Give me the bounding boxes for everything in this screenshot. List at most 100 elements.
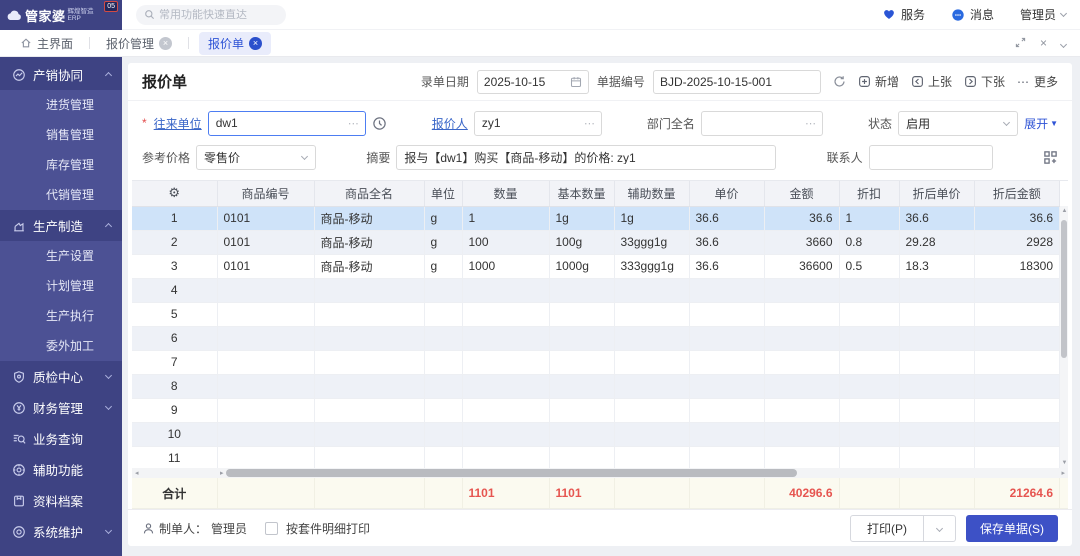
record-date-field[interactable] <box>477 70 589 94</box>
sidebar-group-fuzhu[interactable]: 辅助功能 <box>0 454 122 485</box>
sidebar-group-yewu[interactable]: 业务查询 <box>0 423 122 454</box>
cell[interactable]: 100 <box>462 230 549 254</box>
sidebar-item-jihua[interactable]: 计划管理 <box>0 271 122 301</box>
prev-record-button[interactable]: 上张 <box>911 73 952 90</box>
cell[interactable]: g <box>424 230 462 254</box>
table-row[interactable]: 11 <box>132 446 1060 468</box>
contact-field[interactable] <box>869 145 993 170</box>
new-button[interactable]: 新增 <box>858 73 899 90</box>
status-select[interactable] <box>898 111 1018 136</box>
cell[interactable]: 36.6 <box>974 206 1060 230</box>
scroll-down-arrow[interactable]: ▼ <box>1062 460 1068 466</box>
service-menu[interactable]: 服务 <box>882 6 925 23</box>
dept-field[interactable]: ⋯ <box>701 111 823 136</box>
cell[interactable]: 36.6 <box>689 230 764 254</box>
scroll-thumb[interactable] <box>1061 220 1067 358</box>
cell[interactable]: 36.6 <box>899 206 974 230</box>
quoter-label[interactable]: 报价人 <box>432 115 468 132</box>
close-icon[interactable]: × <box>249 37 262 50</box>
cell[interactable]: 0101 <box>217 254 314 278</box>
quoter-input[interactable] <box>475 116 601 130</box>
scroll-left-arrow[interactable]: ◂ <box>135 470 139 477</box>
table-row[interactable]: 4 <box>132 278 1060 302</box>
record-date-input[interactable] <box>484 75 566 89</box>
more-button[interactable]: ⋯ 更多 <box>1017 73 1058 90</box>
cell[interactable]: 商品-移动 <box>314 206 424 230</box>
table-row[interactable]: 9 <box>132 398 1060 422</box>
scroll-up-arrow[interactable]: ▲ <box>1062 208 1068 214</box>
cell[interactable]: 商品-移动 <box>314 230 424 254</box>
scroll-right-arrow[interactable]: ▸ <box>1061 470 1065 477</box>
horizontal-scrollbar[interactable]: ◂ ▸ ▸ <box>132 468 1068 478</box>
sidebar-item-xiaoshou[interactable]: 销售管理 <box>0 120 122 150</box>
col-header[interactable]: 数量 <box>462 181 549 206</box>
col-header[interactable]: 商品全名 <box>314 181 424 206</box>
cell[interactable]: 1000 <box>462 254 549 278</box>
vertical-scrollbar[interactable]: ▲ ▼ <box>1060 206 1068 468</box>
row-number[interactable]: 1 <box>132 206 217 230</box>
sidebar-item-weiwai[interactable]: 委外加工 <box>0 331 122 361</box>
cell[interactable]: 0101 <box>217 206 314 230</box>
col-header[interactable]: 折后单价 <box>899 181 974 206</box>
tab-home[interactable]: 主界面 <box>14 33 79 54</box>
cell[interactable]: 36.6 <box>689 206 764 230</box>
table-row[interactable]: 2 0101 商品-移动 g 100 100g 33ggg1g 36.6 366… <box>132 230 1060 254</box>
print-detail-checkbox[interactable] <box>265 522 278 535</box>
table-row[interactable]: 8 <box>132 374 1060 398</box>
quoter-field[interactable]: ⋯ <box>474 111 602 136</box>
expand-link[interactable]: 展开▼ <box>1024 115 1058 132</box>
cell[interactable]: 1 <box>839 206 899 230</box>
calendar-icon[interactable] <box>570 76 582 88</box>
sidebar-group-xitong[interactable]: 系统维护 <box>0 516 122 547</box>
cell[interactable]: 1 <box>462 206 549 230</box>
partner-field[interactable]: ⋯ <box>208 111 366 136</box>
table-row[interactable]: 10 <box>132 422 1060 446</box>
partner-input[interactable] <box>209 116 365 130</box>
cell[interactable]: 29.28 <box>899 230 974 254</box>
col-header[interactable]: 商品编号 <box>217 181 314 206</box>
doc-no-field[interactable] <box>653 70 821 94</box>
col-header[interactable]: 辅助数量 <box>614 181 689 206</box>
cell[interactable]: 36600 <box>764 254 839 278</box>
col-header[interactable]: 单位 <box>424 181 462 206</box>
print-dropdown-button[interactable] <box>924 515 956 542</box>
ref-price-select[interactable] <box>196 145 316 170</box>
sidebar-item-shengchan-shezhi[interactable]: 生产设置 <box>0 241 122 271</box>
sidebar-group-caiwu[interactable]: 财务管理 <box>0 392 122 423</box>
sidebar-item-jinhuo[interactable]: 进货管理 <box>0 90 122 120</box>
tab-quote-form[interactable]: 报价单 × <box>199 32 271 55</box>
summary-input[interactable] <box>397 150 775 164</box>
cell[interactable]: g <box>424 206 462 230</box>
table-row[interactable]: 6 <box>132 326 1060 350</box>
cell[interactable]: 18300 <box>974 254 1060 278</box>
refresh-icon[interactable] <box>833 75 846 88</box>
fullscreen-icon[interactable] <box>1015 37 1026 50</box>
col-header[interactable]: 折后金额 <box>974 181 1060 206</box>
partner-label[interactable]: 往来单位 <box>154 115 202 132</box>
summary-field[interactable] <box>396 145 776 170</box>
table-row[interactable]: 7 <box>132 350 1060 374</box>
cell[interactable]: 0.8 <box>839 230 899 254</box>
history-icon[interactable] <box>372 116 387 131</box>
cell[interactable]: 2928 <box>974 230 1060 254</box>
sidebar-group-ziliao[interactable]: 资料档案 <box>0 485 122 516</box>
next-record-button[interactable]: 下张 <box>964 73 1005 90</box>
cell[interactable]: 3660 <box>764 230 839 254</box>
ref-price-value[interactable] <box>197 150 315 164</box>
cell[interactable]: 36.6 <box>764 206 839 230</box>
collapse-icon[interactable] <box>1061 37 1066 49</box>
table-row[interactable]: 5 <box>132 302 1060 326</box>
save-button[interactable]: 保存单据(S) <box>966 515 1058 542</box>
table-row[interactable]: 3 0101 商品-移动 g 1000 1000g 333ggg1g 36.6 … <box>132 254 1060 278</box>
sidebar-group-chanxiao[interactable]: 产销协同 <box>0 59 122 90</box>
cell[interactable]: 0.5 <box>839 254 899 278</box>
cell[interactable]: 100g <box>549 230 614 254</box>
sidebar-group-shengchan[interactable]: 生产制造 <box>0 210 122 241</box>
pane-split-arrow[interactable]: ▸ <box>220 470 224 477</box>
cell[interactable]: 商品-移动 <box>314 254 424 278</box>
close-icon[interactable]: × <box>159 37 172 50</box>
cell[interactable]: 0101 <box>217 230 314 254</box>
search-input[interactable] <box>159 9 269 21</box>
cell[interactable]: 18.3 <box>899 254 974 278</box>
sidebar-item-zhixing[interactable]: 生产执行 <box>0 301 122 331</box>
